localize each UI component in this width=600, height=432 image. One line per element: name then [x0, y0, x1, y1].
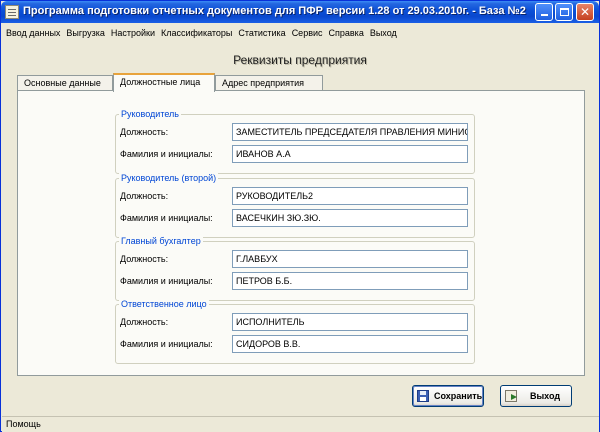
- second-director-position-field[interactable]: РУКОВОДИТЕЛЬ2: [232, 187, 468, 205]
- menu-item-exit[interactable]: Выход: [370, 28, 397, 38]
- menu-item-classifiers[interactable]: Классификаторы: [161, 28, 232, 38]
- group-title: Руководитель: [119, 109, 181, 119]
- status-bar: Помощь: [2, 416, 599, 432]
- save-button-label: Сохранить: [434, 391, 483, 401]
- group-title: Ответственное лицо: [119, 299, 209, 309]
- app-window: Программа подготовки отчетных документов…: [0, 0, 600, 432]
- menu-item-statistics[interactable]: Статистика: [238, 28, 285, 38]
- maximize-button[interactable]: [555, 3, 573, 21]
- responsible-position-field[interactable]: ИСПОЛНИТЕЛЬ: [232, 313, 468, 331]
- exit-button[interactable]: Выход: [500, 385, 572, 407]
- position-label: Должность:: [120, 191, 169, 201]
- group-chief-accountant: Главный бухгалтер Должность: Г.ЛАВБУХ Фа…: [115, 236, 475, 301]
- position-label: Должность:: [120, 317, 169, 327]
- menu-item-input[interactable]: Ввод данных: [6, 28, 60, 38]
- menu-item-export[interactable]: Выгрузка: [66, 28, 104, 38]
- maximize-icon: [559, 8, 569, 16]
- group-responsible-person: Ответственное лицо Должность: ИСПОЛНИТЕЛ…: [115, 299, 475, 364]
- status-text: Помощь: [6, 419, 41, 429]
- exit-button-label: Выход: [530, 391, 561, 401]
- name-label: Фамилия и инициалы:: [120, 213, 213, 223]
- menu-bar: Ввод данных Выгрузка Настройки Классифик…: [2, 24, 599, 41]
- accountant-position-field[interactable]: Г.ЛАВБУХ: [232, 250, 468, 268]
- page-title: Реквизиты предприятия: [233, 53, 367, 67]
- close-button[interactable]: ✕: [576, 3, 594, 21]
- title-bar[interactable]: Программа подготовки отчетных документов…: [1, 1, 599, 23]
- name-label: Фамилия и инициалы:: [120, 276, 213, 286]
- group-director: Руководитель Должность: ЗАМЕСТИТЕЛЬ ПРЕД…: [115, 109, 475, 174]
- menu-item-settings[interactable]: Настройки: [111, 28, 155, 38]
- position-label: Должность:: [120, 127, 169, 137]
- group-second-director: Руководитель (второй) Должность: РУКОВОД…: [115, 173, 475, 238]
- floppy-disk-icon: [417, 390, 429, 402]
- second-director-name-field[interactable]: ВАСЕЧКИН ЗЮ.ЗЮ.: [232, 209, 468, 227]
- director-position-field[interactable]: ЗАМЕСТИТЕЛЬ ПРЕДСЕДАТЕЛЯ ПРАВЛЕНИЯ МИНИС…: [232, 123, 468, 141]
- window-title: Программа подготовки отчетных документов…: [23, 5, 526, 17]
- save-button[interactable]: Сохранить: [412, 385, 484, 407]
- responsible-name-field[interactable]: СИДОРОВ В.В.: [232, 335, 468, 353]
- group-title: Руководитель (второй): [119, 173, 219, 183]
- menu-item-service[interactable]: Сервис: [292, 28, 323, 38]
- exit-door-icon: [505, 390, 517, 402]
- name-label: Фамилия и инициалы:: [120, 339, 213, 349]
- position-label: Должность:: [120, 254, 169, 264]
- minimize-button[interactable]: [535, 3, 553, 21]
- tab-panel-officials: Руководитель Должность: ЗАМЕСТИТЕЛЬ ПРЕД…: [17, 90, 585, 376]
- accountant-name-field[interactable]: ПЕТРОВ Б.Б.: [232, 272, 468, 290]
- tab-main-data[interactable]: Основные данные: [17, 75, 113, 91]
- group-title: Главный бухгалтер: [119, 236, 203, 246]
- app-icon[interactable]: [5, 5, 19, 19]
- menu-item-help[interactable]: Справка: [329, 28, 364, 38]
- director-name-field[interactable]: ИВАНОВ А.А: [232, 145, 468, 163]
- minimize-icon: [540, 14, 548, 16]
- name-label: Фамилия и инициалы:: [120, 149, 213, 159]
- tab-officials[interactable]: Должностные лица: [113, 73, 215, 92]
- tab-address[interactable]: Адрес предприятия: [215, 75, 323, 91]
